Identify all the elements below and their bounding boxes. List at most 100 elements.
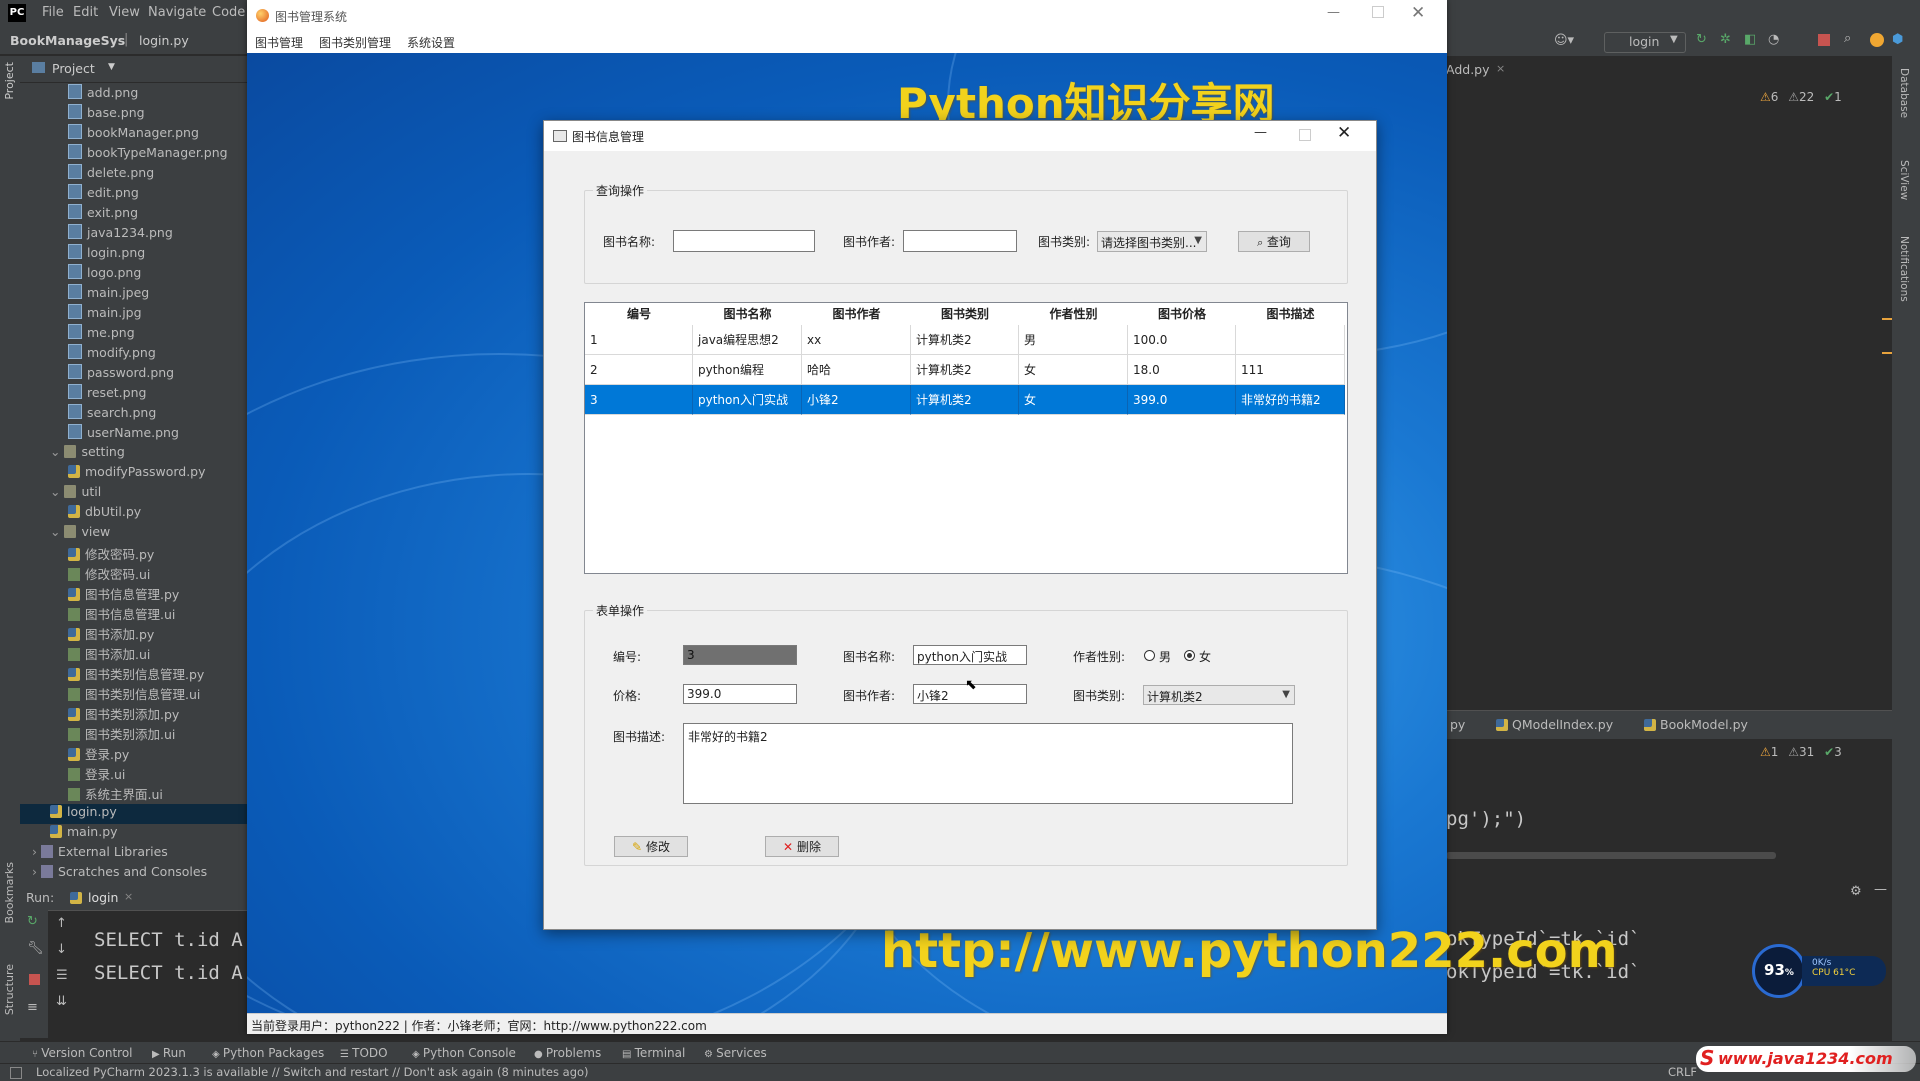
close-icon[interactable]: × bbox=[1496, 62, 1505, 75]
database-tool-tab[interactable]: Database bbox=[1898, 68, 1910, 118]
wrench-icon[interactable]: 🔧︎ bbox=[27, 941, 44, 956]
table-cell[interactable]: 100.0 bbox=[1128, 325, 1236, 355]
table-header-cell[interactable]: 图书价格 bbox=[1128, 303, 1236, 325]
ide-menu-file[interactable]: File bbox=[42, 5, 64, 20]
table-cell[interactable]: 18.0 bbox=[1128, 355, 1236, 385]
sciview-tool-tab[interactable]: SciView bbox=[1898, 160, 1910, 200]
tree-file[interactable]: 系统主界面.ui bbox=[20, 784, 248, 804]
menu-book-type-management[interactable]: 图书类别管理 bbox=[319, 34, 391, 51]
inspection-widget[interactable]: ⚠1 ⚠31 ✔3 bbox=[1760, 745, 1842, 759]
search-button[interactable]: ⌕ 查询 bbox=[1238, 231, 1310, 252]
table-cell[interactable]: 计算机类2 bbox=[911, 355, 1019, 385]
structure-tool-tab[interactable]: Structure bbox=[3, 964, 16, 1015]
tree-file[interactable]: main.jpg bbox=[20, 304, 248, 324]
tool-tab[interactable]: ⑂ Version Control bbox=[32, 1046, 133, 1060]
minimize-icon[interactable]: — bbox=[1874, 882, 1887, 897]
status-message[interactable]: Localized PyCharm 2023.1.3 is available … bbox=[36, 1065, 589, 1079]
table-cell[interactable]: 计算机类2 bbox=[911, 385, 1019, 415]
modify-button[interactable]: ✎ 修改 bbox=[614, 836, 688, 857]
gender-male-label[interactable]: 男 bbox=[1159, 648, 1171, 665]
close-button[interactable]: ✕ bbox=[1337, 123, 1351, 143]
tree-file[interactable]: 图书类别信息管理.py bbox=[20, 664, 248, 684]
table-cell[interactable]: 男 bbox=[1019, 325, 1128, 355]
menu-system-settings[interactable]: 系统设置 bbox=[407, 34, 455, 51]
scroll-end-icon[interactable]: ⇊ bbox=[56, 994, 67, 1009]
editor-tab[interactable]: Add.py bbox=[1446, 62, 1490, 77]
table-header-cell[interactable]: 作者性别 bbox=[1019, 303, 1128, 325]
tree-file[interactable]: base.png bbox=[20, 104, 248, 124]
tree-file[interactable]: 图书信息管理.ui bbox=[20, 604, 248, 624]
tree-file[interactable]: 图书类别添加.py bbox=[20, 704, 248, 724]
maximize-button[interactable] bbox=[1299, 129, 1311, 141]
close-icon[interactable]: × bbox=[124, 890, 133, 903]
tree-file[interactable]: 图书类别信息管理.ui bbox=[20, 684, 248, 704]
tree-file[interactable]: 图书添加.ui bbox=[20, 644, 248, 664]
table-cell[interactable]: python入门实战 bbox=[693, 385, 802, 415]
gender-female-radio[interactable] bbox=[1184, 650, 1195, 661]
coverage-icon[interactable]: ◧ bbox=[1744, 32, 1756, 47]
editor-tab[interactable]: BookModel.py bbox=[1660, 717, 1748, 732]
tree-file[interactable]: 登录.ui bbox=[20, 764, 248, 784]
gender-male-radio[interactable] bbox=[1144, 650, 1155, 661]
tree-file[interactable]: 登录.py bbox=[20, 744, 248, 764]
minimize-button[interactable]: — bbox=[1254, 125, 1267, 140]
search-icon[interactable]: ⌕ bbox=[1844, 31, 1851, 46]
table-cell[interactable]: java编程思想2 bbox=[693, 325, 802, 355]
gear-icon[interactable]: ⚙ bbox=[1850, 884, 1862, 899]
rerun-icon[interactable]: ↻ bbox=[1696, 32, 1707, 47]
project-tool-tab[interactable]: Project bbox=[3, 62, 16, 100]
settings-icon[interactable]: ⬢ bbox=[1892, 32, 1903, 47]
form-type-select[interactable]: 计算机类2 ▼ bbox=[1143, 685, 1295, 705]
tree-file[interactable]: add.png bbox=[20, 84, 248, 104]
table-cell[interactable]: 计算机类2 bbox=[911, 325, 1019, 355]
query-name-input[interactable] bbox=[673, 230, 815, 252]
query-type-select[interactable]: 请选择图书类别... ▼ bbox=[1097, 231, 1207, 252]
tree-file[interactable]: edit.png bbox=[20, 184, 248, 204]
table-cell[interactable]: 非常好的书籍2 bbox=[1236, 385, 1345, 415]
table-cell[interactable]: xx bbox=[802, 325, 911, 355]
chevron-down-icon[interactable]: ⌄ bbox=[50, 524, 64, 539]
tool-tab[interactable]: ☰ TODO bbox=[340, 1046, 388, 1060]
chevron-right-icon[interactable]: › bbox=[32, 864, 41, 879]
tree-folder[interactable]: ⌄ setting bbox=[20, 444, 248, 464]
tree-folder[interactable]: ⌄ view bbox=[20, 524, 248, 544]
update-icon[interactable] bbox=[1870, 33, 1884, 47]
user-icon[interactable]: ☺▾ bbox=[1554, 33, 1574, 48]
arrow-down-icon[interactable]: ↓ bbox=[56, 942, 67, 957]
tree-file[interactable]: reset.png bbox=[20, 384, 248, 404]
debug-icon[interactable]: ✲ bbox=[1720, 32, 1731, 47]
tree-file[interactable]: logo.png bbox=[20, 264, 248, 284]
table-cell[interactable]: 女 bbox=[1019, 385, 1128, 415]
form-price-input[interactable]: 399.0 bbox=[683, 684, 797, 704]
query-author-input[interactable] bbox=[903, 230, 1017, 252]
tree-file[interactable]: exit.png bbox=[20, 204, 248, 224]
table-header-cell[interactable]: 图书名称 bbox=[693, 303, 802, 325]
tree-file[interactable]: delete.png bbox=[20, 164, 248, 184]
tree-file[interactable]: modify.png bbox=[20, 344, 248, 364]
tool-tab[interactable]: ◈ Python Console bbox=[412, 1046, 516, 1060]
ide-menu-view[interactable]: View bbox=[109, 5, 140, 20]
ide-menu-code[interactable]: Code bbox=[212, 5, 245, 20]
tree-file[interactable]: login.py bbox=[20, 804, 248, 824]
chevron-down-icon[interactable]: ⌄ bbox=[50, 444, 64, 459]
editor-tab[interactable]: QModelIndex.py bbox=[1512, 717, 1613, 732]
project-view-selector[interactable]: Project bbox=[52, 61, 95, 76]
tree-file[interactable]: 图书添加.py bbox=[20, 624, 248, 644]
tree-file[interactable]: bookManager.png bbox=[20, 124, 248, 144]
table-cell[interactable]: 女 bbox=[1019, 355, 1128, 385]
stop-icon[interactable] bbox=[1818, 34, 1830, 46]
tree-folder[interactable]: ⌄ util bbox=[20, 484, 248, 504]
soft-wrap-icon[interactable]: ☰ bbox=[56, 968, 68, 983]
editor-scrollbar[interactable] bbox=[1446, 852, 1776, 859]
table-header-cell[interactable]: 编号 bbox=[585, 303, 693, 325]
gender-female-label[interactable]: 女 bbox=[1199, 648, 1211, 665]
project-name[interactable]: BookManageSys bbox=[10, 33, 125, 48]
current-file[interactable]: login.py bbox=[139, 33, 189, 48]
tree-file[interactable]: login.png bbox=[20, 244, 248, 264]
form-name-input[interactable]: python入门实战 bbox=[913, 645, 1027, 665]
minimize-button[interactable]: — bbox=[1327, 5, 1340, 20]
stop-icon[interactable] bbox=[29, 974, 40, 985]
chevron-down-icon[interactable]: ⌄ bbox=[50, 484, 64, 499]
profile-icon[interactable]: ◔ bbox=[1768, 32, 1779, 47]
tree-file[interactable]: 修改密码.ui bbox=[20, 564, 248, 584]
